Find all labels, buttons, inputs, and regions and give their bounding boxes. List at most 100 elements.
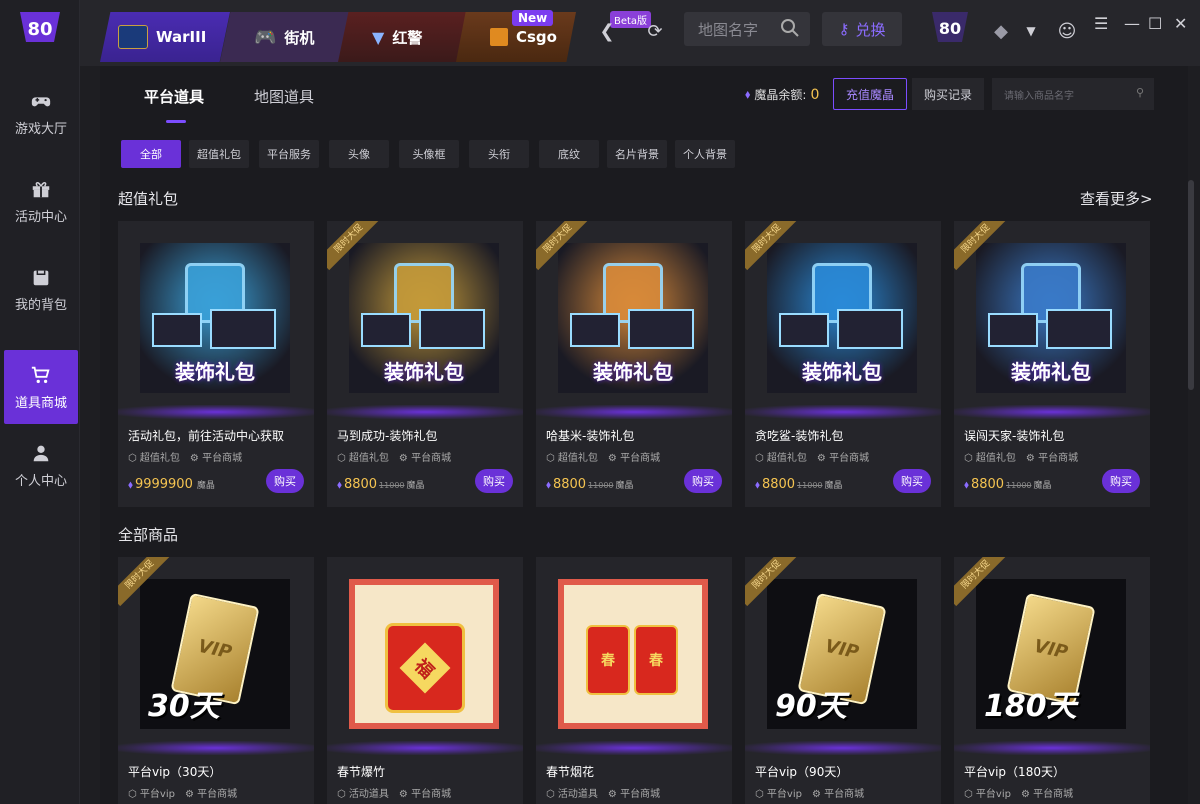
buy-button[interactable]: 购买 bbox=[893, 469, 931, 493]
item-card[interactable]: VIP 90天 限时大促 平台vip（90天） ⬡ 平台vip ⚙ 平台商城 bbox=[745, 557, 941, 804]
tag-category-label: 活动道具 bbox=[557, 789, 598, 800]
redeem-button[interactable]: ⚷ 兑换 bbox=[822, 12, 902, 46]
tag-source: ⚙ 平台商城 bbox=[189, 453, 243, 464]
user-switch-icon[interactable]: ☺ bbox=[1054, 18, 1080, 44]
close-icon[interactable]: ✕ bbox=[1174, 14, 1187, 33]
tag-category-label: 超值礼包 bbox=[139, 453, 180, 464]
pack-tags: ⬡ 超值礼包 ⚙ 平台商城 bbox=[337, 449, 451, 464]
item-tags: ⬡ 活动道具 ⚙ 平台商城 bbox=[337, 785, 451, 800]
item-name: 春节爆竹 bbox=[337, 765, 386, 779]
crystal-icon: ⬧ bbox=[964, 478, 969, 491]
buy-button[interactable]: 购买 bbox=[475, 469, 513, 493]
filter-all[interactable]: 全部 bbox=[121, 140, 181, 168]
pack-art-card-icon bbox=[361, 313, 411, 347]
tag-category-label: 超值礼包 bbox=[975, 453, 1016, 464]
tab-platform-items[interactable]: 平台道具 bbox=[144, 86, 204, 107]
tag-category: ⬡ 超值礼包 bbox=[964, 453, 1016, 464]
scrollbar[interactable] bbox=[1188, 180, 1194, 390]
pack-art-card-icon bbox=[628, 309, 694, 349]
card-glow bbox=[536, 741, 732, 755]
buy-button[interactable]: 购买 bbox=[684, 469, 722, 493]
pack-price: ⬧ 8800 11000 魔晶 bbox=[546, 477, 634, 492]
item-tags: ⬡ 平台vip ⚙ 平台商城 bbox=[964, 785, 1073, 800]
item-card[interactable]: 福 春节爆竹 ⬡ 活动道具 ⚙ 平台商城 bbox=[327, 557, 523, 804]
vip-text: VIP bbox=[823, 635, 861, 663]
refresh-icon[interactable]: ⟳ bbox=[642, 18, 668, 44]
filter-platform-service[interactable]: 平台服务 bbox=[259, 140, 319, 168]
warcraft-icon bbox=[118, 25, 148, 49]
item-card[interactable]: VIP 180天 限时大促 平台vip（180天） ⬡ 平台vip ⚙ 平台商城 bbox=[954, 557, 1150, 804]
firecracker-icon: 福 bbox=[385, 623, 465, 713]
pack-label: 装饰礼包 bbox=[384, 360, 464, 384]
pack-tags: ⬡ 超值礼包 ⚙ 平台商城 bbox=[964, 449, 1078, 464]
pack-name: 活动礼包，前往活动中心获取 bbox=[128, 429, 285, 443]
pack-card[interactable]: 装饰礼包 限时大促 哈基米-装饰礼包 ⬡ 超值礼包 ⚙ 平台商城 ⬧ 8800 … bbox=[536, 221, 732, 507]
back-icon[interactable]: ❮ bbox=[594, 18, 620, 44]
crystal-icon: ⬧ bbox=[128, 478, 133, 491]
map-search-input[interactable]: 地图名字 bbox=[684, 12, 810, 46]
filter-value-packs[interactable]: 超值礼包 bbox=[189, 140, 249, 168]
tag-source-label: 平台商城 bbox=[824, 789, 865, 800]
filter-avatar-frame[interactable]: 头像框 bbox=[399, 140, 459, 168]
sidebar-item-item-shop[interactable]: 道具商城 bbox=[4, 350, 78, 424]
pack-card[interactable]: 装饰礼包 活动礼包，前往活动中心获取 ⬡ 超值礼包 ⚙ 平台商城 ⬧ 99999… bbox=[118, 221, 314, 507]
see-more-link[interactable]: 查看更多> bbox=[1080, 188, 1153, 209]
tag-source-label: 平台商城 bbox=[620, 453, 661, 464]
filter-pattern[interactable]: 底纹 bbox=[539, 140, 599, 168]
pack-card[interactable]: 装饰礼包 限时大促 误闯天家-装饰礼包 ⬡ 超值礼包 ⚙ 平台商城 ⬧ 8800… bbox=[954, 221, 1150, 507]
sidebar-item-personal-center[interactable]: 个人中心 bbox=[4, 428, 78, 502]
gamepad-icon bbox=[31, 96, 51, 106]
section-title-all-items: 全部商品 bbox=[118, 526, 179, 544]
sidebar-item-backpack[interactable]: 我的背包 bbox=[4, 252, 78, 326]
pack-art-card-icon bbox=[210, 309, 276, 349]
tag-source-label: 平台商城 bbox=[1033, 789, 1074, 800]
diamond-icon[interactable]: ◆ bbox=[988, 18, 1014, 44]
vip-days: 90天 bbox=[775, 689, 847, 724]
app-window: 80 游戏大厅 活动中心 我的背包 道具商城 个人中心 WarIII 🎮 街机 … bbox=[0, 0, 1200, 804]
item-thumbnail: 福 bbox=[349, 579, 499, 729]
card-glow bbox=[327, 741, 523, 755]
tab-arcade[interactable]: 🎮 街机 bbox=[220, 12, 350, 62]
maximize-icon[interactable]: ☐ bbox=[1148, 14, 1162, 33]
vip-days: 30天 bbox=[148, 689, 220, 724]
search-icon[interactable] bbox=[780, 18, 800, 38]
currency-unit: 魔晶 bbox=[196, 481, 215, 491]
filter-card-background[interactable]: 名片背景 bbox=[607, 140, 667, 168]
tag-source-label: 平台商城 bbox=[202, 453, 243, 464]
filter-personal-background[interactable]: 个人背景 bbox=[675, 140, 735, 168]
item-card[interactable]: 春 春 春节烟花 ⬡ 活动道具 ⚙ 平台商城 bbox=[536, 557, 732, 804]
buy-button[interactable]: 购买 bbox=[1102, 469, 1140, 493]
currency-unit: 魔晶 bbox=[406, 481, 425, 491]
menu-icon[interactable]: ☰ bbox=[1094, 14, 1108, 33]
search-icon[interactable]: ⚲ bbox=[1136, 86, 1144, 99]
item-card[interactable]: VIP 30天 限时大促 平台vip（30天） ⬡ 平台vip ⚙ 平台商城 bbox=[118, 557, 314, 804]
tab-label: 红警 bbox=[392, 28, 423, 47]
item-search-input[interactable]: 请输入商品名字 ⚲ bbox=[992, 78, 1154, 110]
avatar[interactable]: 80 bbox=[928, 8, 972, 48]
crystal-icon: ⬧ bbox=[755, 478, 760, 491]
tag-category: ⬡ 平台vip bbox=[964, 789, 1011, 800]
tab-map-items[interactable]: 地图道具 bbox=[254, 86, 314, 107]
svg-text:80: 80 bbox=[27, 19, 52, 40]
pack-card[interactable]: 装饰礼包 限时大促 贪吃鲨-装饰礼包 ⬡ 超值礼包 ⚙ 平台商城 ⬧ 8800 … bbox=[745, 221, 941, 507]
filter-avatar[interactable]: 头像 bbox=[329, 140, 389, 168]
card-glow bbox=[118, 741, 314, 755]
buy-button[interactable]: 购买 bbox=[266, 469, 304, 493]
sidebar-item-game-hall[interactable]: 游戏大厅 bbox=[4, 76, 78, 150]
recharge-button[interactable]: 充值魔晶 bbox=[833, 78, 907, 110]
pack-name: 误闯天家-装饰礼包 bbox=[964, 429, 1065, 443]
sidebar-item-activity-center[interactable]: 活动中心 bbox=[4, 164, 78, 238]
sidebar-item-label: 个人中心 bbox=[14, 473, 67, 489]
tag-source-label: 平台商城 bbox=[197, 789, 238, 800]
minimize-icon[interactable]: — bbox=[1124, 14, 1140, 33]
firework-icon: 春 bbox=[634, 625, 678, 695]
pack-card[interactable]: 装饰礼包 限时大促 马到成功-装饰礼包 ⬡ 超值礼包 ⚙ 平台商城 ⬧ 8800… bbox=[327, 221, 523, 507]
purchase-records-button[interactable]: 购买记录 bbox=[912, 78, 984, 110]
chevron-down-icon[interactable]: ▼ bbox=[1018, 18, 1044, 44]
filter-title[interactable]: 头衔 bbox=[469, 140, 529, 168]
cart-icon bbox=[31, 366, 50, 383]
original-price: 11000 bbox=[1006, 481, 1032, 490]
tab-red-alert[interactable]: ▼ 红警 bbox=[338, 12, 468, 62]
crystal-icon: ⬧ bbox=[546, 478, 551, 491]
tab-warcraft3[interactable]: WarIII bbox=[100, 12, 230, 62]
